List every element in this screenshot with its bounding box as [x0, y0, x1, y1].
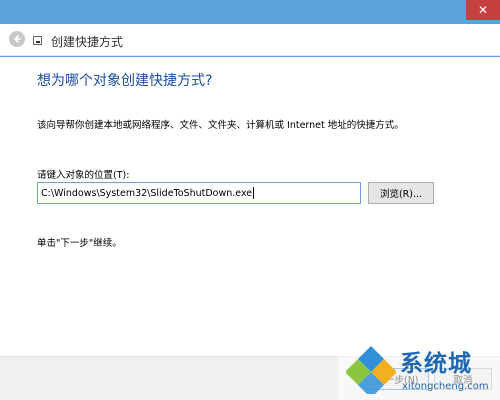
- description-text: 该向导帮你创建本地或网络程序、文件、文件夹、计算机或 Internet 地址的快…: [37, 120, 404, 131]
- back-button[interactable]: [9, 31, 25, 47]
- back-arrow-icon: [13, 34, 21, 44]
- close-icon: ✕: [477, 3, 489, 17]
- hint-text: 单击"下一步"继续。: [37, 238, 122, 249]
- location-value: C:\Windows\System32\SlideToShutDown.exe: [41, 187, 253, 199]
- browse-button[interactable]: 浏览(R)...: [368, 182, 434, 204]
- wizard-header: 创建快捷方式: [0, 24, 500, 56]
- wizard-content: 想为哪个对象创建快捷方式? 该向导帮你创建本地或网络程序、文件、文件夹、计算机或…: [0, 57, 500, 356]
- cancel-button[interactable]: 取消: [434, 368, 492, 390]
- text-caret: [253, 187, 255, 199]
- next-button[interactable]: 下一步(N): [365, 368, 429, 390]
- create-shortcut-window: ✕ 创建快捷方式 想为哪个对象创建快捷方式? 该向导帮你创建本地或网络程序、文件…: [0, 0, 500, 400]
- location-input[interactable]: C:\Windows\System32\SlideToShutDown.exe: [37, 182, 361, 204]
- title-bar: ✕: [0, 0, 500, 24]
- close-button[interactable]: ✕: [466, 0, 500, 20]
- location-label: 请键入对象的位置(T):: [37, 170, 130, 181]
- wizard-footer: 下一步(N) 取消: [0, 356, 500, 400]
- wizard-title: 创建快捷方式: [51, 35, 124, 49]
- shortcut-icon: [33, 36, 42, 45]
- page-heading: 想为哪个对象创建快捷方式?: [37, 73, 213, 89]
